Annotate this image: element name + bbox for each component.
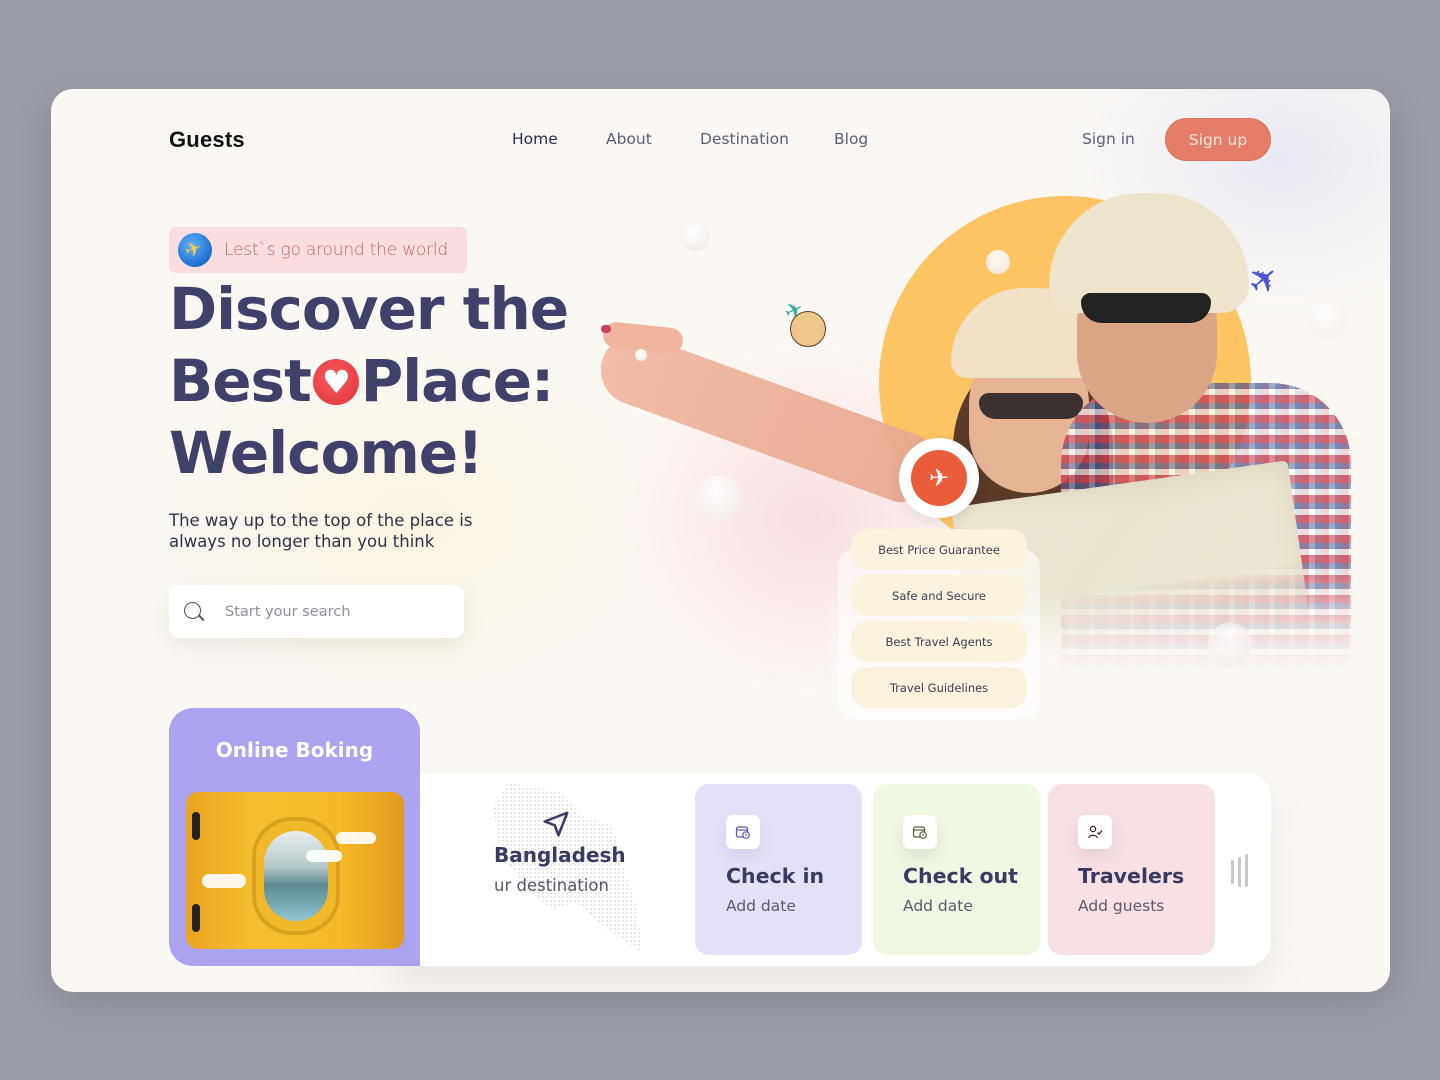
destination-selector[interactable]: Bangladesh ur destination — [489, 773, 699, 966]
page-title: Discover the BestPlace: Welcome! — [169, 273, 629, 489]
check-out-card[interactable]: Check out Add date — [873, 784, 1040, 955]
navigation-arrow-icon — [543, 811, 569, 837]
headline-line-1: Discover the — [169, 275, 569, 343]
travelers-title: Travelers — [1078, 864, 1185, 888]
tagline-badge: Lest`s go around the world — [169, 227, 467, 273]
decor-bubble — [680, 221, 710, 251]
search-icon[interactable] — [183, 601, 205, 623]
search-box[interactable] — [169, 585, 464, 638]
travelers-subtitle: Add guests — [1078, 897, 1165, 915]
hero-subtitle: The way up to the top of the place is al… — [169, 511, 473, 551]
nav-about[interactable]: About — [606, 130, 652, 148]
sign-up-button[interactable]: Sign up — [1165, 118, 1271, 161]
calendar-clock-icon — [903, 815, 937, 849]
feature-best-price[interactable]: Best Price Guarantee — [851, 529, 1027, 570]
decor-bubble — [635, 349, 647, 361]
calendar-clock-icon — [726, 815, 760, 849]
destination-name: Bangladesh — [494, 843, 626, 867]
feature-safe-secure[interactable]: Safe and Secure — [851, 575, 1027, 616]
online-booking-title: Online Boking — [215, 738, 374, 762]
headline-line-3: Welcome! — [169, 419, 484, 487]
online-booking-card[interactable]: Online Boking — [169, 708, 420, 966]
check-out-title: Check out — [903, 864, 1018, 888]
nav-blog[interactable]: Blog — [834, 130, 868, 148]
drag-handle[interactable] — [1231, 854, 1251, 887]
tagline-text: Lest`s go around the world — [224, 240, 449, 260]
user-check-icon — [1078, 815, 1112, 849]
sign-in-link[interactable]: Sign in — [1082, 130, 1135, 148]
check-out-subtitle: Add date — [903, 897, 973, 915]
destination-subtitle: ur destination — [494, 876, 609, 895]
nav-home[interactable]: Home — [512, 130, 558, 148]
check-in-card[interactable]: Check in Add date — [695, 784, 862, 955]
globe-plane-icon — [790, 311, 826, 347]
heart-icon — [312, 359, 359, 405]
page-frame: Guests Home About Destination Blog Sign … — [51, 89, 1390, 992]
decor-bubble — [696, 475, 742, 521]
travel-badge: ✈ — [899, 438, 979, 518]
globe-airplane-icon: ✈ — [911, 450, 967, 506]
headline-line-2: BestPlace: — [169, 345, 629, 417]
airplane-window-image — [186, 792, 404, 949]
feature-travel-agents[interactable]: Best Travel Agents — [851, 621, 1027, 662]
globe-plane-icon — [178, 233, 212, 267]
check-in-title: Check in — [726, 864, 825, 888]
nav-destination[interactable]: Destination — [700, 130, 789, 148]
travelers-card[interactable]: Travelers Add guests — [1048, 784, 1215, 955]
feature-travel-guidelines[interactable]: Travel Guidelines — [851, 667, 1027, 708]
decor-bubble — [1208, 623, 1252, 667]
search-input[interactable] — [225, 603, 445, 620]
logo[interactable]: Guests — [169, 127, 245, 153]
check-in-subtitle: Add date — [726, 897, 796, 915]
